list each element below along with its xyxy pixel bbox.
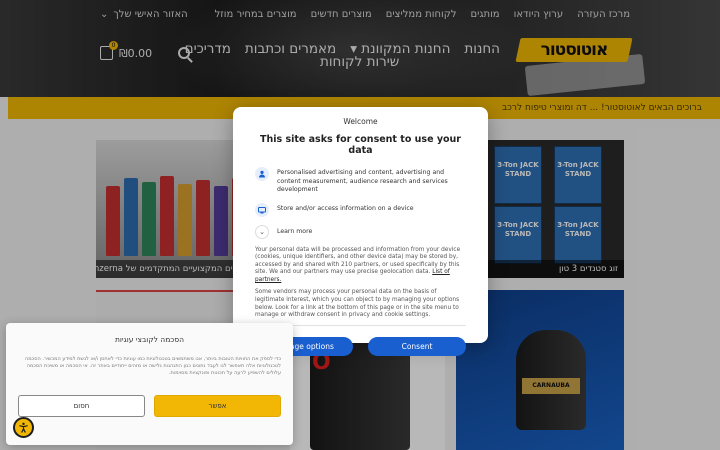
cookie-consent-panel: הסכמה לקובצי עוגיות כדי לספק את החוויות … bbox=[6, 323, 293, 445]
consent-title: This site asks for consent to use your d… bbox=[259, 134, 461, 156]
consent-purpose-storage: Store and/or access information on a dev… bbox=[255, 202, 466, 217]
cookie-body: כדי לספק את החוויות הטובות ביותר, אנו מש… bbox=[24, 356, 281, 376]
learn-more-toggle[interactable]: ⌄ Learn more bbox=[255, 224, 466, 239]
consent-button[interactable]: Consent bbox=[368, 336, 466, 356]
cookie-title: הסכמה לקובצי עוגיות bbox=[114, 335, 185, 344]
consent-purpose-advertising: Personalised advertising and content, ad… bbox=[255, 167, 466, 195]
consent-dialog: Welcome This site asks for consent to us… bbox=[233, 107, 488, 356]
person-icon bbox=[255, 167, 269, 181]
purpose-text: Personalised advertising and content, ad… bbox=[277, 169, 448, 193]
learn-more-label: Learn more bbox=[277, 228, 313, 235]
purpose-text: Store and/or access information on a dev… bbox=[277, 204, 414, 212]
consent-paragraph-2: Some vendors may process your personal d… bbox=[255, 289, 460, 319]
device-icon bbox=[255, 202, 269, 217]
chevron-down-icon: ⌄ bbox=[255, 224, 269, 239]
accessibility-button[interactable] bbox=[13, 417, 34, 438]
cookie-reject-button[interactable]: חסום bbox=[18, 395, 145, 417]
cookie-buttons: חסום אפשר bbox=[18, 395, 281, 417]
consent-welcome: Welcome bbox=[343, 117, 378, 126]
accessibility-icon bbox=[19, 422, 28, 433]
cookie-accept-button[interactable]: אפשר bbox=[154, 395, 281, 417]
consent-paragraph-1: Your personal data will be processed and… bbox=[255, 246, 461, 283]
